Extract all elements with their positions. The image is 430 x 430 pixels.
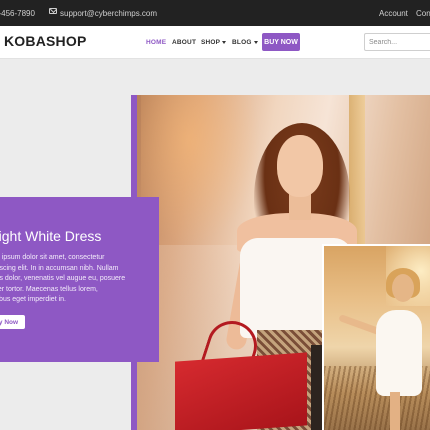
site-logo[interactable]: KOBASHOP <box>4 33 87 49</box>
account-link[interactable]: Account <box>379 9 408 18</box>
nav-item-shop[interactable]: SHOP <box>201 39 227 46</box>
hero-description-line: m ipsum dolor sit amet, consectetur <box>0 254 105 261</box>
nav-item-blog-label: BLOG <box>232 39 252 46</box>
nav-item-blog[interactable]: BLOG <box>232 39 258 46</box>
hero-description-line: per tortor. Maecenas tellus lorem, <box>0 285 98 293</box>
nav-item-about[interactable]: ABOUT <box>172 39 196 46</box>
chevron-down-icon <box>253 40 258 44</box>
hero-inset-image <box>322 244 430 430</box>
nav-item-shop-label: SHOP <box>201 39 221 46</box>
chevron-down-icon <box>222 40 227 44</box>
search-input[interactable] <box>364 33 430 51</box>
nav-item-about-label: ABOUT <box>172 39 197 46</box>
hero-description-line: ius dolor, venenatis vel augue eu, posue… <box>0 275 126 283</box>
hero-description-line: cibus eget imperdiet in. <box>0 296 66 304</box>
page: 1-456-7890 support@cyberchimps.com Accou… <box>0 0 430 430</box>
hero-caption-card: right White Dress m ipsum dolor sit amet… <box>0 197 159 362</box>
buy-now-hero-button[interactable]: y Now <box>0 315 25 329</box>
hero-title: right White Dress <box>0 228 102 244</box>
buy-now-button[interactable]: BUY NOW <box>262 33 300 51</box>
hero-description: m ipsum dolor sit amet, consectetur pisc… <box>0 253 154 306</box>
support-email-link[interactable]: support@cyberchimps.com <box>60 9 157 18</box>
mail-icon <box>49 8 57 14</box>
contact-link[interactable]: Con <box>416 9 430 18</box>
nav-item-home[interactable]: HOME <box>146 39 166 46</box>
nav-item-home-label: HOME <box>146 39 167 46</box>
hero-description-line: piscing elit. In in accumsan nibh. Nulla… <box>0 264 119 272</box>
top-bar: 1-456-7890 support@cyberchimps.com Accou… <box>0 0 430 26</box>
phone-number[interactable]: 1-456-7890 <box>0 9 35 18</box>
